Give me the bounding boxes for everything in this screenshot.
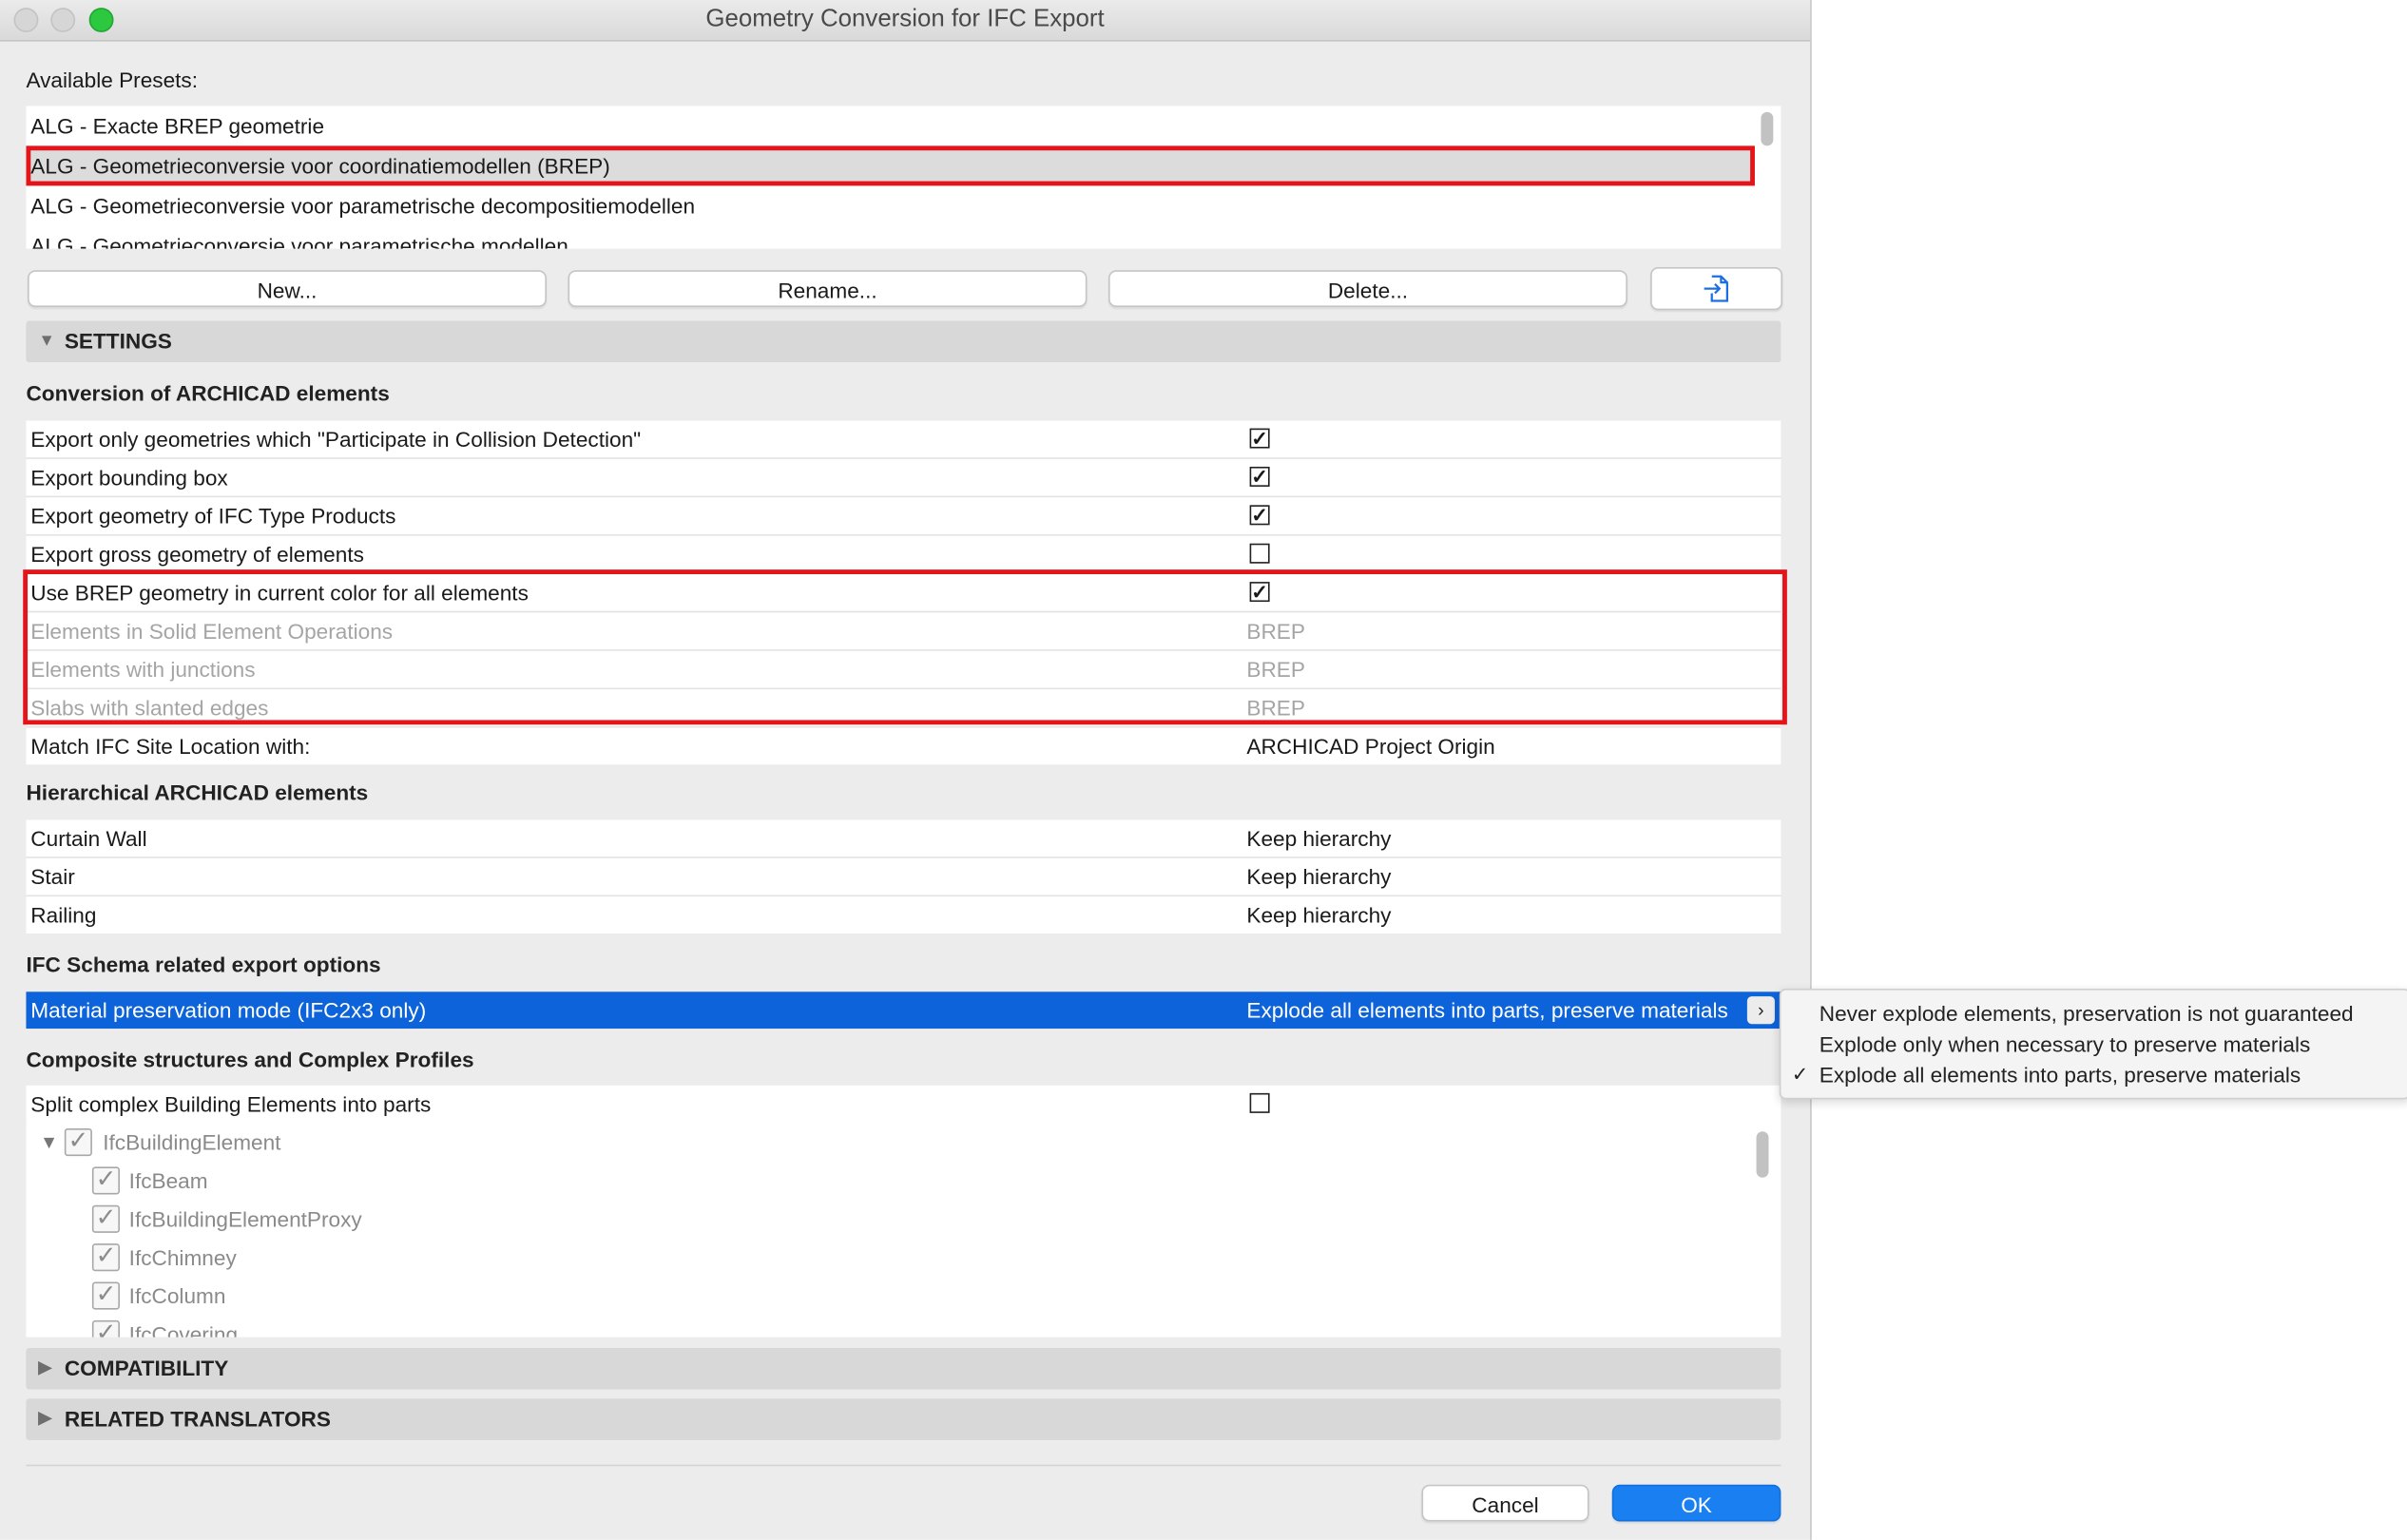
preset-item[interactable]: ALG - Exacte BREP geometrie <box>26 106 1754 145</box>
row-value[interactable]: Keep hierarchy <box>1246 858 1391 895</box>
import-button[interactable] <box>1650 267 1783 311</box>
ifc-element-tree: ▼ ✓ IfcBuildingElement ✓ IfcBeam ✓ IfcBu… <box>26 1122 1781 1338</box>
conversion-group-title: Conversion of ARCHICAD elements <box>26 380 390 406</box>
disclosure-closed-icon: ▶ <box>38 1358 52 1377</box>
preset-item[interactable]: ALG - Geometrieconversie voor parametris… <box>26 185 1754 225</box>
preset-item[interactable]: ALG - Geometrieconversie voor parametris… <box>26 225 1754 248</box>
chevron-right-icon[interactable]: › <box>1746 996 1775 1025</box>
footer-divider <box>26 1464 1781 1467</box>
checkmark-icon: ✓ <box>1791 1062 1809 1086</box>
preset-item-selected[interactable]: ALG - Geometrieconversie voor coordinati… <box>26 145 1755 186</box>
presets-scrollbar[interactable] <box>1761 111 1774 146</box>
disclosure-open-icon: ▼ <box>38 331 55 351</box>
bounding-box-checkbox[interactable]: ✓ <box>1249 466 1270 487</box>
tree-item: IfcBeam <box>128 1168 208 1193</box>
tree-item: IfcBuildingElement <box>103 1129 281 1155</box>
presets-label: Available Presets: <box>26 67 199 92</box>
settings-row[interactable]: Export bounding box ✓ <box>26 458 1781 496</box>
settings-row[interactable]: Railing Keep hierarchy <box>26 896 1781 934</box>
site-location-value[interactable]: ARCHICAD Project Origin <box>1246 728 1494 765</box>
ok-button[interactable]: OK <box>1611 1484 1781 1522</box>
row-label: Export geometry of IFC Type Products <box>30 503 396 529</box>
row-value[interactable]: Keep hierarchy <box>1246 819 1391 857</box>
row-label: Export gross geometry of elements <box>30 542 364 567</box>
presets-list[interactable]: ALG - Exacte BREP geometrie ALG - Geomet… <box>26 106 1781 249</box>
schema-group-title: IFC Schema related export options <box>26 952 381 977</box>
tree-checkbox: ✓ <box>91 1319 120 1338</box>
tree-checkbox: ✓ <box>91 1243 120 1272</box>
tree-checkbox: ✓ <box>64 1128 92 1157</box>
import-file-icon <box>1704 275 1729 302</box>
tree-checkbox: ✓ <box>91 1204 120 1233</box>
settings-row[interactable]: Export only geometries which "Participat… <box>26 420 1781 458</box>
gross-geometry-checkbox[interactable] <box>1249 543 1270 564</box>
tree-checkbox: ✓ <box>91 1166 120 1195</box>
disclosure-open-icon[interactable]: ▼ <box>40 1131 58 1153</box>
disclosure-closed-icon: ▶ <box>38 1409 52 1428</box>
row-label: Split complex Building Elements into par… <box>30 1091 432 1117</box>
settings-row[interactable]: Match IFC Site Location with: ARCHICAD P… <box>26 727 1781 765</box>
row-label: Stair <box>30 864 75 890</box>
new-button[interactable]: New... <box>28 270 547 307</box>
related-translators-section-header[interactable]: ▶ RELATED TRANSLATORS <box>26 1398 1781 1440</box>
settings-row[interactable]: Stair Keep hierarchy <box>26 857 1781 895</box>
compatibility-section-label: COMPATIBILITY <box>64 1356 229 1380</box>
row-label: Match IFC Site Location with: <box>30 733 311 759</box>
collision-detection-checkbox[interactable]: ✓ <box>1249 428 1270 449</box>
composite-group-title: Composite structures and Complex Profile… <box>26 1047 474 1072</box>
dialog-window: Geometry Conversion for IFC Export Avail… <box>0 0 1812 1540</box>
highlight-box <box>23 569 1787 725</box>
rename-button[interactable]: Rename... <box>568 270 1088 307</box>
hierarchical-group-title: Hierarchical ARCHICAD elements <box>26 780 369 805</box>
settings-row[interactable]: Curtain Wall Keep hierarchy <box>26 819 1781 857</box>
row-label: Export only geometries which "Participat… <box>30 426 642 452</box>
compatibility-section-header[interactable]: ▶ COMPATIBILITY <box>26 1347 1781 1390</box>
tree-item: IfcChimney <box>128 1244 237 1270</box>
row-label: Material preservation mode (IFC2x3 only) <box>30 997 427 1023</box>
row-label: Curtain Wall <box>30 825 147 851</box>
delete-button[interactable]: Delete... <box>1108 270 1627 307</box>
menu-item[interactable]: Explode only when necessary to preserve … <box>1820 1031 2311 1056</box>
title-bar: Geometry Conversion for IFC Export <box>0 0 1811 42</box>
tree-scrollbar[interactable] <box>1756 1131 1769 1178</box>
material-preservation-row[interactable]: Material preservation mode (IFC2x3 only)… <box>26 991 1781 1030</box>
row-value[interactable]: Keep hierarchy <box>1246 896 1391 934</box>
settings-row[interactable]: Export geometry of IFC Type Products ✓ <box>26 497 1781 535</box>
material-mode-dropdown-menu: Never explode elements, preservation is … <box>1779 989 2407 1100</box>
split-elements-checkbox[interactable] <box>1249 1092 1270 1113</box>
settings-section-label: SETTINGS <box>64 328 172 354</box>
settings-row[interactable]: Split complex Building Elements into par… <box>26 1085 1781 1123</box>
row-label: Railing <box>30 902 97 928</box>
window-title: Geometry Conversion for IFC Export <box>705 6 1105 32</box>
row-label: Export bounding box <box>30 465 228 491</box>
settings-section-header[interactable]: ▼ SETTINGS <box>26 320 1781 363</box>
settings-row[interactable]: Export gross geometry of elements <box>26 535 1781 573</box>
related-translators-section-label: RELATED TRANSLATORS <box>64 1406 331 1432</box>
material-preservation-value[interactable]: Explode all elements into parts, preserv… <box>1246 991 1727 1029</box>
menu-item[interactable]: Never explode elements, preservation is … <box>1820 1001 2354 1026</box>
tree-item: IfcBuildingElementProxy <box>128 1206 362 1232</box>
type-products-checkbox[interactable]: ✓ <box>1249 505 1270 526</box>
tree-item: IfcCovering <box>128 1321 239 1338</box>
cancel-button[interactable]: Cancel <box>1421 1484 1589 1522</box>
tree-item: IfcColumn <box>128 1283 226 1308</box>
tree-checkbox: ✓ <box>91 1281 120 1310</box>
menu-item-selected[interactable]: Explode all elements into parts, preserv… <box>1820 1063 2301 1088</box>
